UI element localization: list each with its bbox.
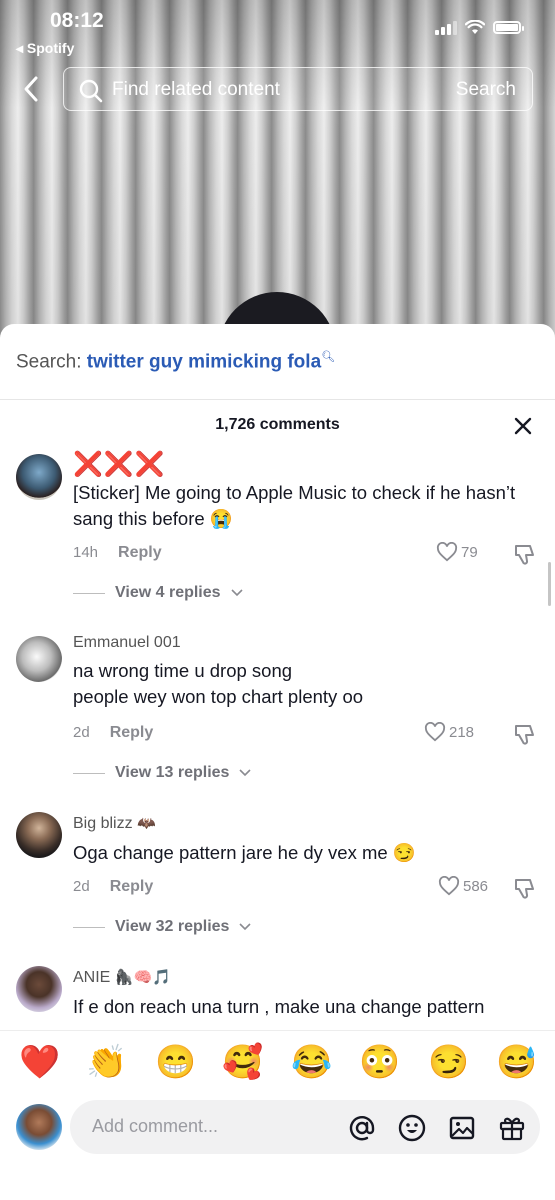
username-emoji: 🦇 [137,815,156,832]
avatar[interactable] [16,454,62,500]
emoji-clap[interactable]: 👏 [86,1043,127,1082]
comment-username-text: ANIE [73,969,111,986]
heart-icon [438,876,460,896]
chevron-down-icon [239,769,252,777]
dislike-icon[interactable] [512,542,536,566]
view-replies-button[interactable]: View 13 replies [73,764,252,782]
chevron-down-icon [239,923,252,931]
like-button[interactable]: 218 [424,722,474,742]
video-background[interactable] [0,0,555,360]
divider [0,399,555,400]
small-search-icon: 🔍︎ [321,351,336,363]
comment-text: [Sticker] Me going to Apple Music to che… [73,482,516,529]
emoji-picker-icon[interactable] [398,1114,426,1142]
emoji-tears-of-joy[interactable]: 😂 [291,1043,332,1082]
comment-time: 2d [73,724,90,741]
comment-item: ❌❌❌ [Sticker] Me going to Apple Music to… [0,446,555,626]
comment-username-text: Big blizz [73,815,133,832]
view-replies-button[interactable]: View 32 replies [73,918,252,936]
comment-input-row: Add comment... [0,1096,555,1200]
view-replies-label: View 4 replies [115,584,221,601]
add-comment-placeholder: Add comment... [92,1116,219,1136]
emoji-smirk[interactable]: 😏 [428,1043,469,1082]
dislike-icon[interactable] [512,722,536,746]
view-replies-label: View 13 replies [115,764,230,781]
mention-icon[interactable] [348,1114,376,1142]
search-button[interactable]: Search [456,79,516,101]
view-replies-label: View 32 replies [115,918,230,935]
comment-item: Big blizz 🦇 Oga change pattern jare he d… [0,810,555,960]
emoji-quick-bar: ❤️ 👏 😁 🥰 😂 😳 😏 😅 [0,1030,555,1097]
like-count: 79 [461,543,478,561]
comment-count: 1,726 comments [215,416,340,433]
emoji-grin[interactable]: 😁 [155,1043,196,1082]
comment-meta: 2d Reply [73,724,153,742]
avatar[interactable] [16,636,62,682]
comment-username[interactable]: Big blizz 🦇 [73,814,156,833]
comment-text: Oga change pattern jare he dy vex me 😏 [73,842,416,863]
cellular-signal-icon [435,20,457,35]
comment-username[interactable]: ANIE 🦍🧠🎵 [73,968,171,987]
view-replies-button[interactable]: View 4 replies [73,584,243,602]
divider [73,592,105,594]
gift-icon[interactable] [498,1114,526,1142]
avatar[interactable] [16,812,62,858]
comment-meta: 2d Reply [73,878,153,896]
comment-text: If e don reach una turn , make una chang… [73,996,485,1017]
comment-username[interactable]: Emmanuel 001 [73,634,181,652]
dislike-icon[interactable] [512,876,536,900]
add-comment-input[interactable]: Add comment... [70,1100,540,1154]
avatar[interactable] [16,966,62,1012]
divider [73,926,105,928]
like-button[interactable]: 79 [436,542,478,562]
comment-item: ANIE 🦍🧠🎵 If e don reach una turn , make … [0,964,555,1028]
back-to-app-link[interactable]: ◂ Spotify [16,40,74,57]
comment-username[interactable]: ❌❌❌ [73,450,166,479]
close-icon[interactable] [513,416,533,436]
like-button[interactable]: 586 [438,876,488,896]
reply-button[interactable]: Reply [110,724,154,741]
heart-icon [436,542,458,562]
related-search-prefix: Search: [16,351,87,373]
search-placeholder: Find related content [112,79,280,100]
comment-meta: 14h Reply [73,544,162,562]
comment-item: Emmanuel 001 na wrong time u drop song p… [0,630,555,806]
comment-text-line: na wrong time u drop song [73,660,293,681]
status-icons [435,20,524,35]
emoji-sweat-smile[interactable]: 😅 [496,1043,537,1082]
image-icon[interactable] [448,1114,476,1142]
comment-text-line: people wey won top chart plenty oo [73,686,364,707]
emoji-heart[interactable]: ❤️ [19,1043,60,1082]
comment-list: ❌❌❌ [Sticker] Me going to Apple Music to… [0,446,555,1028]
search-icon [79,79,103,103]
heart-icon [424,722,446,742]
my-avatar[interactable] [16,1104,62,1150]
find-related-search-bar[interactable]: Find related content Search [63,67,533,111]
comment-text: na wrong time u drop song people wey won… [73,658,533,710]
divider [73,772,105,774]
chevron-down-icon [230,589,243,597]
back-chevron-icon[interactable] [18,74,48,104]
related-search-query[interactable]: twitter guy mimicking fola [87,351,321,372]
reply-button[interactable]: Reply [118,544,162,561]
status-time: 08:12 [50,9,104,32]
like-count: 218 [449,723,475,741]
like-count: 586 [463,877,489,895]
emoji-smiling-hearts[interactable]: 🥰 [222,1043,263,1082]
related-search-suggestion[interactable]: Search: twitter guy mimicking fola🔍︎ [16,350,335,373]
username-emoji: 🦍🧠🎵 [114,969,171,986]
reply-button[interactable]: Reply [110,878,154,895]
wifi-icon [465,20,485,34]
comment-time: 2d [73,878,90,895]
battery-icon [493,21,524,34]
comment-time: 14h [73,544,99,561]
emoji-flushed[interactable]: 😳 [359,1043,400,1082]
